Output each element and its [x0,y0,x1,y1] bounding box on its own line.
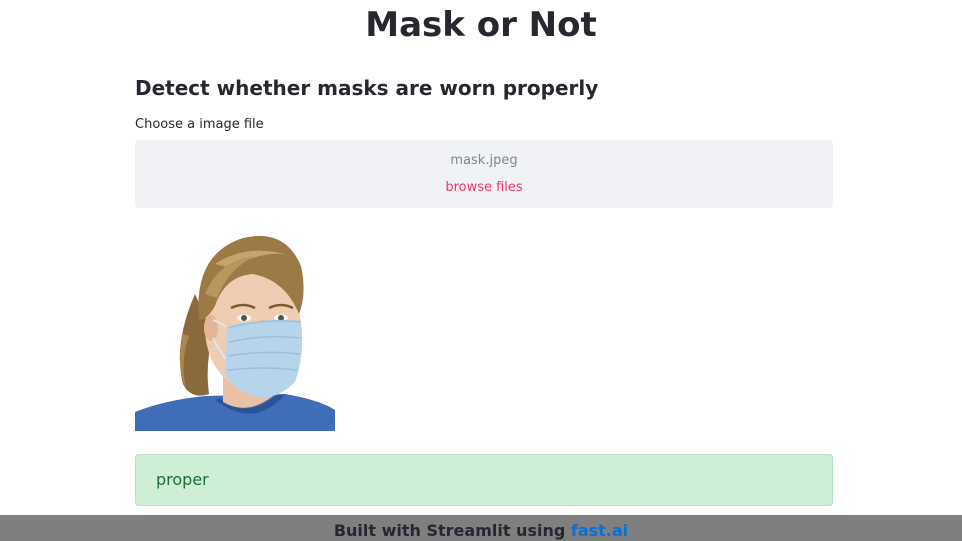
fastai-link[interactable]: fast.ai [571,521,628,540]
uploaded-image [135,224,335,431]
page-title: Mask or Not [365,5,597,45]
footer-text: Built with Streamlit using [333,521,571,540]
file-uploader-label: Choose a image file [135,117,264,132]
prediction-result-alert: proper [135,454,833,506]
file-dropzone[interactable]: mask.jpeg browse files [135,140,833,208]
masked-face-photo [135,224,335,431]
streamlit-app: Mask or Not Detect whether masks are wor… [0,0,962,541]
subheader: Detect whether masks are worn properly [135,76,599,100]
browse-files-button[interactable]: browse files [135,179,833,196]
uploaded-file-name: mask.jpeg [450,153,518,168]
prediction-label: proper [156,470,209,489]
footer: Built with Streamlit using fast.ai [0,515,962,541]
